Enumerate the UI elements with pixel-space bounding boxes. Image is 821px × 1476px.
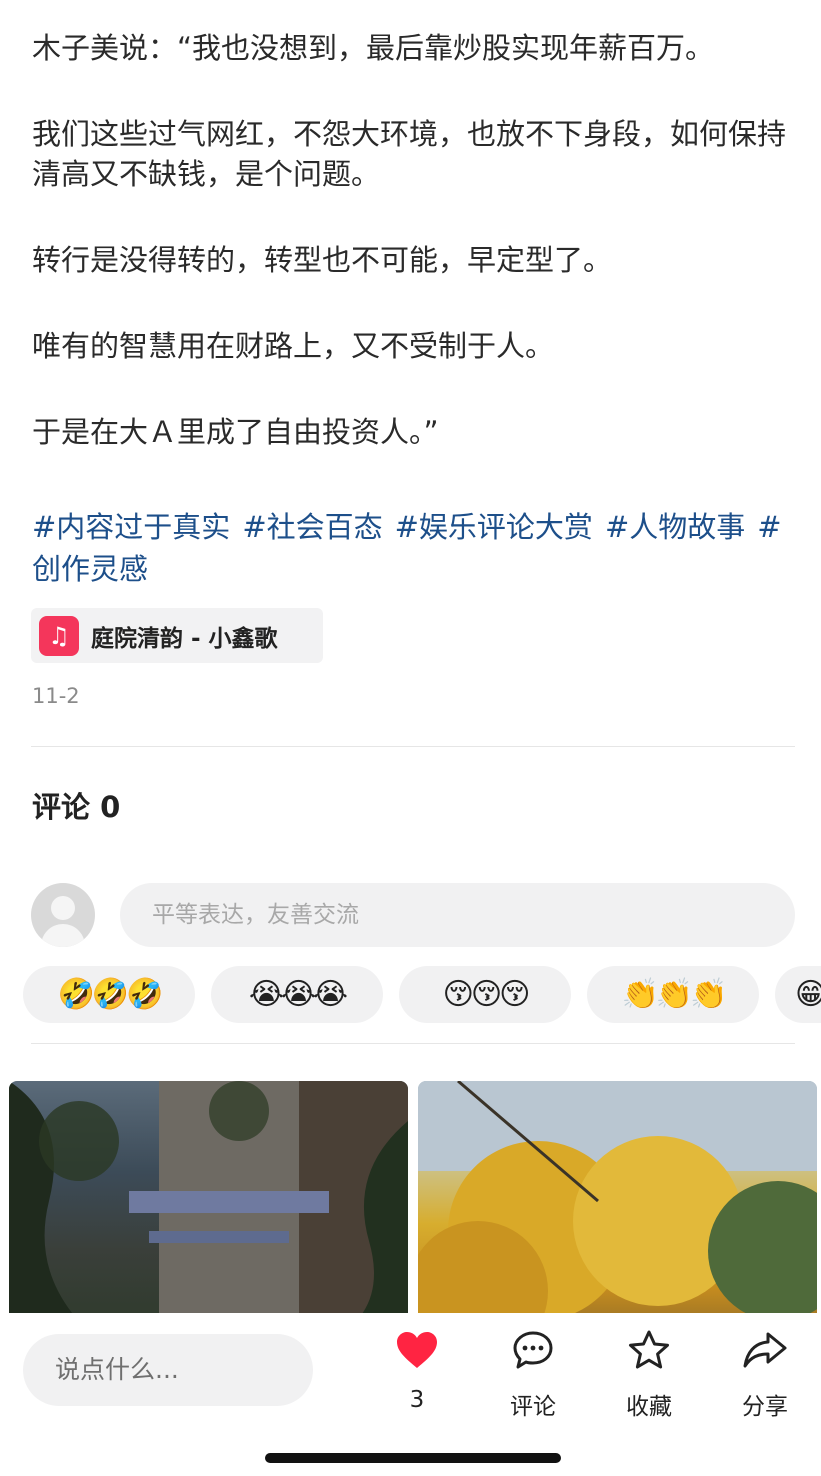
star-icon (609, 1327, 689, 1373)
bottom-action-bar: 说点什么... 3 评论 收藏 分享 (0, 1313, 821, 1476)
quick-emoji-chip[interactable]: 😭😭😭 (211, 966, 383, 1023)
quick-emoji-chip[interactable]: 😚😚😚 (399, 966, 571, 1023)
like-button[interactable]: 3 (377, 1327, 457, 1413)
post-paragraph: 木子美说：“我也没想到，最后靠炒股实现年薪百万。 (32, 31, 715, 65)
comment-input[interactable]: 平等表达，友善交流 (120, 883, 795, 947)
music-title: 庭院清韵 - 小鑫歌 (91, 625, 278, 652)
like-count: 3 (409, 1387, 425, 1413)
post-paragraph: 转行是没得转的，转型也不可能，早定型了。 (32, 243, 613, 277)
post-paragraph: 我们这些过气网红，不怨大环境，也放不下身段，如何保持清高又不缺钱，是个问题。 (32, 117, 787, 191)
music-note-icon: ♫ (39, 615, 79, 656)
divider (31, 1043, 795, 1044)
hashtag-link[interactable]: #社会百态 (242, 510, 382, 544)
comment-bubble-icon (493, 1327, 573, 1373)
say-something-input[interactable]: 说点什么... (23, 1334, 313, 1406)
divider (31, 746, 795, 747)
share-arrow-icon (725, 1327, 805, 1373)
hashtag-list: #内容过于真实 #社会百态 #娱乐评论大赏 #人物故事 #创作灵感 (32, 506, 802, 590)
quick-emoji-chip[interactable]: 😁 (775, 966, 821, 1023)
feed-card-image[interactable] (418, 1081, 817, 1313)
feed-card-image[interactable] (9, 1081, 408, 1313)
heart-icon (377, 1327, 457, 1373)
hashtag-link[interactable]: #人物故事 (605, 510, 745, 544)
share-label: 分享 (742, 1394, 788, 1420)
favorite-button[interactable]: 收藏 (609, 1327, 689, 1421)
comments-title: 评论 0 (32, 790, 121, 824)
favorite-label: 收藏 (626, 1394, 672, 1420)
avatar[interactable] (31, 883, 95, 947)
home-indicator[interactable] (265, 1453, 561, 1463)
music-chip[interactable]: ♫ 庭院清韵 - 小鑫歌 (31, 608, 323, 663)
quick-emoji-row: 🤣🤣🤣 😭😭😭 😚😚😚 👏👏👏 😁 (0, 966, 821, 1023)
post-body: 木子美说：“我也没想到，最后靠炒股实现年薪百万。 我们这些过气网红，不怨大环境，… (32, 28, 792, 452)
hashtag-link[interactable]: #内容过于真实 (32, 510, 230, 544)
comment-label: 评论 (510, 1394, 556, 1420)
quick-emoji-chip[interactable]: 🤣🤣🤣 (23, 966, 195, 1023)
quick-emoji-chip[interactable]: 👏👏👏 (587, 966, 759, 1023)
post-paragraph: 唯有的智慧用在财路上，又不受制于人。 (32, 329, 555, 363)
post-paragraph: 于是在大Ａ里成了自由投资人。” (32, 415, 439, 449)
recommended-feed (0, 1081, 821, 1313)
hashtag-link[interactable]: #娱乐评论大赏 (395, 510, 593, 544)
comment-button[interactable]: 评论 (493, 1327, 573, 1421)
post-date: 11-2 (32, 684, 80, 708)
share-button[interactable]: 分享 (725, 1327, 805, 1421)
